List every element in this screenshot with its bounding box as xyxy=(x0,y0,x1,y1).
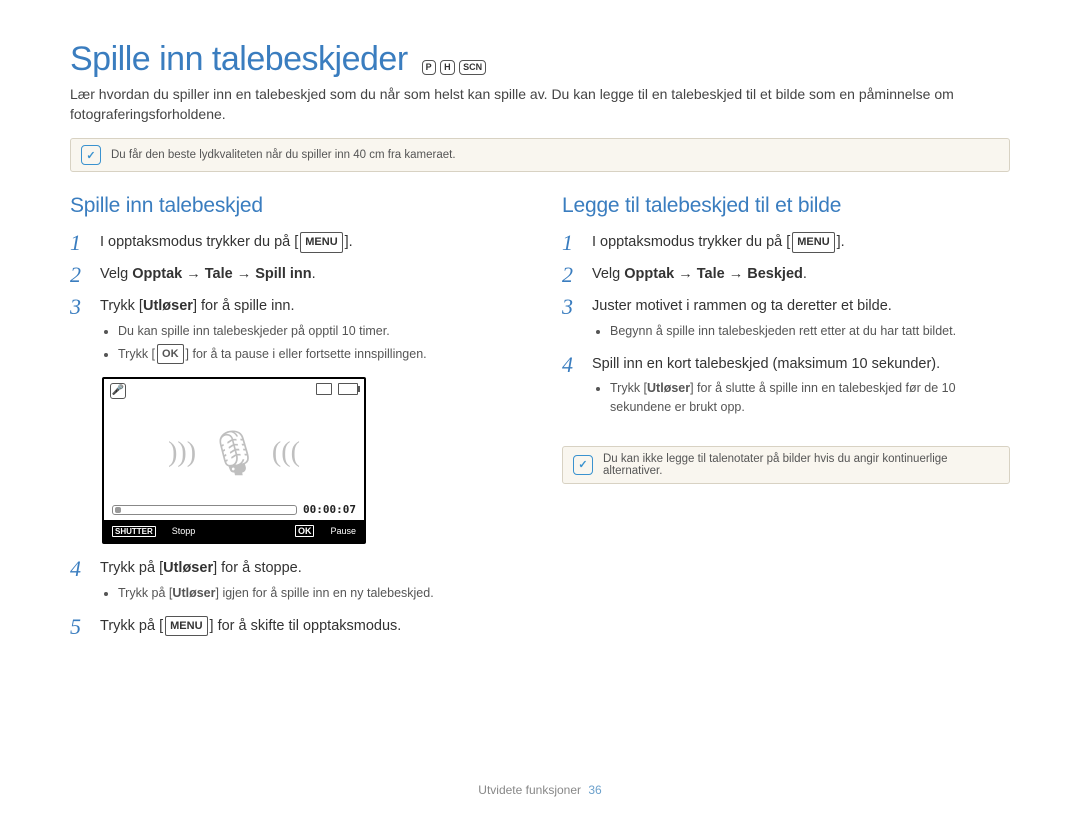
note-text-2: Du kan ikke legge til talenotater på bil… xyxy=(603,453,999,477)
step-number: 3 xyxy=(562,296,580,318)
r-step-4: Spill inn en kort talebeskjed (maksimum … xyxy=(592,354,1010,420)
intro-text: Lær hvordan du spiller inn en talebeskje… xyxy=(70,85,1010,124)
step-4: Trykk på [Utløser] for å stoppe. Trykk p… xyxy=(100,558,518,606)
section-record-voice: Spille inn talebeskjed 1 I opptaksmodus … xyxy=(70,194,518,648)
heading-add-voice: Legge til talebeskjed til et bilde xyxy=(562,194,1010,218)
note-text: Du får den beste lydkvaliteten når du sp… xyxy=(111,149,456,161)
step-number: 4 xyxy=(562,354,580,376)
mode-scn-icon: SCN xyxy=(459,60,486,75)
note-icon: ✓ xyxy=(573,455,593,475)
mode-p-icon: P xyxy=(422,60,436,75)
step-3-bullet-1: Du kan spille inn talebeskjeder på oppti… xyxy=(118,322,518,341)
step-4-bullet: Trykk på [Utløser] igjen for å spille in… xyxy=(118,584,518,603)
step-number: 3 xyxy=(70,296,88,318)
menu-key-icon: MENU xyxy=(165,616,207,637)
mic-icon: 🎤 xyxy=(110,383,126,399)
page-title: Spille inn talebeskjeder xyxy=(70,40,408,79)
microphone-large-icon: 🎙 xyxy=(206,427,262,479)
r-step-2: Velg Opptak → Tale → Beskjed. xyxy=(592,264,1010,286)
note-sound-quality: ✓ Du får den beste lydkvaliteten når du … xyxy=(70,138,1010,172)
progress-bar xyxy=(112,505,297,515)
step-2: Velg Opptak → Tale → Spill inn. xyxy=(100,264,518,286)
mode-h-icon: H xyxy=(440,60,455,75)
menu-key-icon: MENU xyxy=(792,232,834,253)
step-number: 2 xyxy=(562,264,580,286)
card-icon xyxy=(316,383,332,395)
page-footer: Utvidete funksjoner 36 xyxy=(0,783,1080,797)
r-step-4-bullet: Trykk [Utløser] for å slutte å spille in… xyxy=(610,379,1010,417)
heading-record-voice: Spille inn talebeskjed xyxy=(70,194,518,218)
step-number: 2 xyxy=(70,264,88,286)
step-3-bullet-2: Trykk [OK] for å ta pause i eller fortse… xyxy=(118,344,518,365)
step-number: 1 xyxy=(70,232,88,254)
r-step-1: I opptaksmodus trykker du på [MENU]. xyxy=(592,232,1010,254)
sound-wave-right-icon: ((( xyxy=(272,437,300,469)
ok-label-icon: OK xyxy=(295,525,315,537)
section-add-voice-to-image: Legge til talebeskjed til et bilde 1 I o… xyxy=(562,194,1010,648)
step-number: 4 xyxy=(70,558,88,580)
note-icon: ✓ xyxy=(81,145,101,165)
step-number: 5 xyxy=(70,616,88,638)
battery-icon xyxy=(338,383,358,395)
elapsed-time: 00:00:07 xyxy=(303,503,356,516)
shutter-label-icon: SHUTTER xyxy=(112,526,156,537)
r-step-3: Juster motivet i rammen og ta deretter e… xyxy=(592,296,1010,344)
menu-key-icon: MENU xyxy=(300,232,342,253)
r-step-3-bullet: Begynn å spille inn talebeskjeden rett e… xyxy=(610,322,1010,341)
note-continuous-mode: ✓ Du kan ikke legge til talenotater på b… xyxy=(562,446,1010,484)
lcd-stop-label: Stopp xyxy=(172,526,196,536)
step-5: Trykk på [MENU] for å skifte til opptaks… xyxy=(100,616,518,638)
step-1: I opptaksmodus trykker du på [MENU]. xyxy=(100,232,518,254)
footer-page-number: 36 xyxy=(588,783,601,797)
step-3: Trykk [Utløser] for å spille inn. Du kan… xyxy=(100,296,518,367)
footer-section-name: Utvidete funksjoner xyxy=(478,783,581,797)
camera-lcd-illustration: 🎤 ))) 🎙 ((( 00:00:07 SHUTTER Stopp OK xyxy=(102,377,366,544)
lcd-pause-label: Pause xyxy=(330,526,356,536)
ok-key-icon: OK xyxy=(157,344,184,365)
sound-wave-left-icon: ))) xyxy=(168,437,196,469)
step-number: 1 xyxy=(562,232,580,254)
